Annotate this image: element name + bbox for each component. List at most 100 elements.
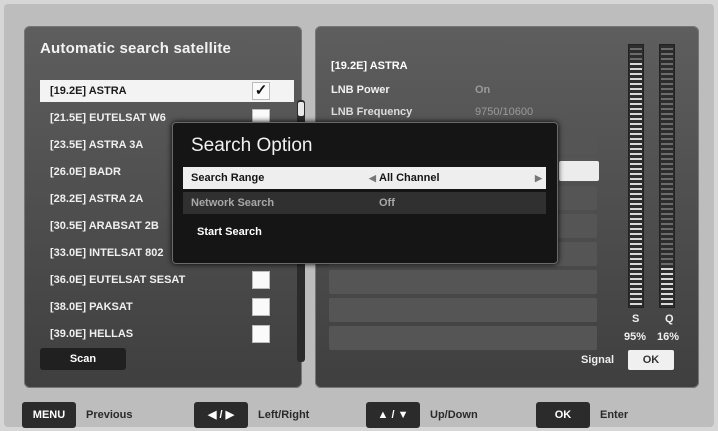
satellite-label: [26.0E] BADR bbox=[50, 166, 121, 178]
signal-segment bbox=[661, 123, 673, 125]
signal-segment bbox=[630, 118, 642, 120]
signal-segment bbox=[630, 48, 642, 50]
satellite-checkbox[interactable]: ✓ bbox=[252, 82, 270, 100]
start-search-button[interactable]: Start Search bbox=[197, 226, 262, 238]
menu-key-button[interactable]: MENU bbox=[22, 402, 76, 428]
signal-segment bbox=[661, 228, 673, 230]
signal-segment bbox=[630, 108, 642, 110]
signal-segment bbox=[630, 183, 642, 185]
signal-segment bbox=[661, 183, 673, 185]
signal-segment bbox=[661, 273, 673, 275]
signal-segment bbox=[661, 188, 673, 190]
signal-segment bbox=[630, 293, 642, 295]
signal-segment bbox=[661, 268, 673, 270]
signal-segment bbox=[630, 233, 642, 235]
signal-segment bbox=[630, 83, 642, 85]
signal-segment bbox=[661, 303, 673, 305]
signal-segment bbox=[630, 168, 642, 170]
satellite-item-36.0e[interactable]: [36.0E] EUTELSAT SESAT bbox=[40, 269, 294, 291]
signal-segment bbox=[661, 48, 673, 50]
satellite-checkbox[interactable] bbox=[252, 298, 270, 316]
signal-segment bbox=[661, 253, 673, 255]
signal-segment bbox=[630, 148, 642, 150]
signal-segment bbox=[630, 163, 642, 165]
signal-segment bbox=[661, 78, 673, 80]
signal-segment bbox=[630, 153, 642, 155]
quality-percent: 16% bbox=[657, 331, 680, 343]
signal-segment bbox=[630, 268, 642, 270]
signal-segment bbox=[630, 193, 642, 195]
signal-segment bbox=[661, 58, 673, 60]
signal-segment bbox=[630, 113, 642, 115]
signal-segment bbox=[630, 93, 642, 95]
signal-segment bbox=[630, 173, 642, 175]
signal-segment bbox=[661, 173, 673, 175]
panel-title: Automatic search satellite bbox=[40, 40, 232, 57]
signal-segment bbox=[630, 208, 642, 210]
signal-segment bbox=[630, 103, 642, 105]
lnb-power-value: On bbox=[475, 84, 491, 96]
strength-label: S bbox=[632, 313, 640, 325]
menu-key-action: Previous bbox=[86, 409, 133, 421]
satellite-label: [23.5E] ASTRA 3A bbox=[50, 139, 144, 151]
lnb-frequency-value: 9750/10600 bbox=[475, 106, 534, 118]
lnb-power-label: LNB Power bbox=[331, 84, 390, 96]
signal-segment bbox=[661, 108, 673, 110]
updown-key-button[interactable]: ▲ / ▼ bbox=[366, 402, 420, 428]
signal-segment bbox=[661, 193, 673, 195]
settings-row[interactable] bbox=[329, 326, 597, 350]
signal-segment bbox=[661, 163, 673, 165]
satellite-checkbox[interactable] bbox=[252, 325, 270, 343]
signal-segment bbox=[630, 138, 642, 140]
signal-segment bbox=[661, 223, 673, 225]
settings-row[interactable] bbox=[329, 298, 597, 322]
signal-segment bbox=[630, 253, 642, 255]
signal-segment bbox=[630, 238, 642, 240]
signal-segment bbox=[661, 53, 673, 55]
settings-row[interactable] bbox=[329, 270, 597, 294]
signal-segment bbox=[661, 178, 673, 180]
signal-segment bbox=[661, 118, 673, 120]
signal-segment bbox=[661, 83, 673, 85]
signal-segment bbox=[661, 238, 673, 240]
signal-segment bbox=[630, 303, 642, 305]
arrow-left-icon[interactable]: ◀ bbox=[369, 167, 376, 189]
signal-segment bbox=[661, 243, 673, 245]
satellite-item-38.0e[interactable]: [38.0E] PAKSAT bbox=[40, 296, 294, 318]
signal-segment bbox=[630, 88, 642, 90]
signal-segment bbox=[661, 153, 673, 155]
network-search-option[interactable]: Network Search Off bbox=[183, 192, 546, 214]
leftright-key-button[interactable]: ◀ / ▶ bbox=[194, 402, 248, 428]
signal-segment bbox=[630, 73, 642, 75]
satellite-item-19.2e[interactable]: [19.2E] ASTRA ✓ bbox=[40, 80, 294, 102]
satellite-item-39.0e[interactable]: [39.0E] HELLAS bbox=[40, 323, 294, 345]
signal-segment bbox=[630, 63, 642, 65]
satellite-label: [21.5E] EUTELSAT W6 bbox=[50, 112, 166, 124]
search-range-option[interactable]: Search Range ◀ All Channel ▶ bbox=[183, 167, 546, 189]
signal-segment bbox=[661, 168, 673, 170]
signal-segment bbox=[661, 98, 673, 100]
search-range-label: Search Range bbox=[191, 172, 265, 184]
leftright-key-action: Left/Right bbox=[258, 409, 310, 421]
signal-segment bbox=[661, 293, 673, 295]
ok-key-button[interactable]: OK bbox=[536, 402, 590, 428]
arrow-right-icon[interactable]: ▶ bbox=[535, 167, 542, 189]
signal-segment bbox=[630, 248, 642, 250]
signal-segment bbox=[630, 178, 642, 180]
signal-segment bbox=[630, 53, 642, 55]
signal-segment bbox=[630, 123, 642, 125]
scan-button[interactable]: Scan bbox=[40, 348, 126, 370]
signal-segment bbox=[661, 203, 673, 205]
signal-segment bbox=[661, 113, 673, 115]
satellite-label: [33.0E] INTELSAT 802 bbox=[50, 247, 164, 259]
signal-segment bbox=[661, 218, 673, 220]
satellite-checkbox[interactable] bbox=[252, 271, 270, 289]
satellite-label: [28.2E] ASTRA 2A bbox=[50, 193, 144, 205]
signal-segment bbox=[630, 158, 642, 160]
signal-segment bbox=[661, 138, 673, 140]
updown-key-action: Up/Down bbox=[430, 409, 478, 421]
scrollbar-thumb[interactable] bbox=[298, 102, 304, 116]
signal-segment bbox=[630, 263, 642, 265]
signal-segment bbox=[661, 158, 673, 160]
signal-segment bbox=[630, 198, 642, 200]
